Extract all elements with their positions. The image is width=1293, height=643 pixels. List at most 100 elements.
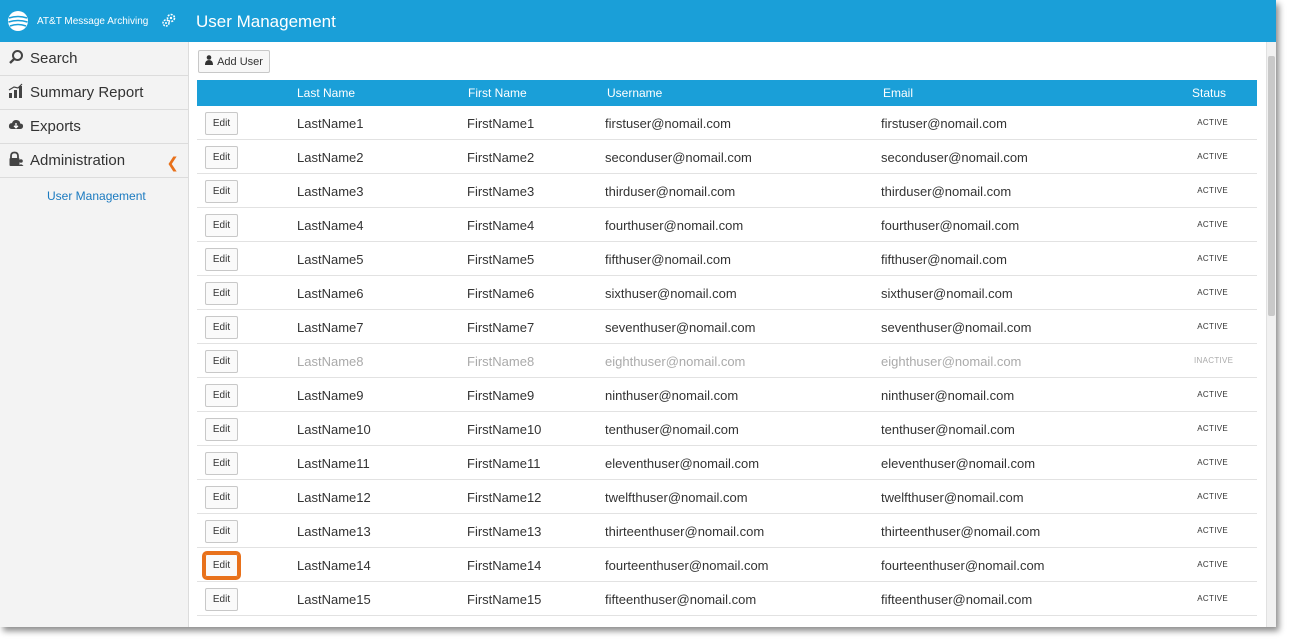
chevron-left-icon[interactable]: ❮ (166, 154, 179, 172)
edit-button[interactable]: Edit (205, 350, 238, 373)
cell-email: seconduser@nomail.com (881, 150, 1028, 165)
edit-button[interactable]: Edit (205, 384, 238, 407)
cell-last-name: LastName5 (297, 252, 364, 267)
column-header-status[interactable]: Status (1192, 86, 1226, 100)
status-badge: ACTIVE (1197, 152, 1228, 161)
cell-username: seconduser@nomail.com (605, 150, 752, 165)
sidebar-item-administration[interactable]: Administration ❮ (0, 144, 188, 178)
edit-button[interactable]: Edit (205, 316, 238, 339)
edit-button[interactable]: Edit (205, 112, 238, 135)
table-row[interactable]: Edit LastName9 FirstName9 ninthuser@nomail.… (197, 378, 1257, 412)
edit-button[interactable]: Edit (205, 180, 238, 203)
edit-button[interactable]: Edit (205, 418, 238, 441)
table-row[interactable]: Edit LastName8 FirstName8 eighthuser@nomail… (197, 344, 1257, 378)
cell-email: fifteenthuser@nomail.com (881, 592, 1033, 607)
table-row[interactable]: Edit LastName5 FirstName5 fifthuser@nomail.… (197, 242, 1257, 276)
search-icon (8, 49, 30, 69)
status-badge: ACTIVE (1197, 220, 1228, 229)
brand[interactable]: AT&T Message Archiving (7, 10, 148, 32)
table-row[interactable]: Edit LastName13 FirstName13 thirteenthuser@… (197, 514, 1257, 548)
cell-last-name: LastName6 (297, 286, 364, 301)
table-row[interactable]: Edit LastName12 FirstName12 twelfthuser@nom… (197, 480, 1257, 514)
status-badge: ACTIVE (1197, 186, 1228, 195)
cell-last-name: LastName8 (297, 354, 364, 369)
cell-username: sixthuser@nomail.com (605, 286, 737, 301)
sidebar-item-search[interactable]: Search (0, 42, 188, 76)
table-row[interactable]: Edit LastName1 FirstName1 firstuser@nomail.… (197, 106, 1257, 140)
user-icon (205, 55, 217, 68)
cell-email: tenthuser@nomail.com (881, 422, 1015, 437)
cell-first-name: FirstName4 (467, 218, 535, 233)
users-table: Last Name First Name Username Email Stat… (197, 80, 1257, 616)
column-header-first-name[interactable]: First Name (468, 86, 527, 100)
table-row[interactable]: Edit LastName10 FirstName10 tenthuser@nomai… (197, 412, 1257, 446)
cell-email: eighthuser@nomail.com (881, 354, 1022, 369)
cell-email: fourteenthuser@nomail.com (881, 558, 1045, 573)
status-badge: INACTIVE (1194, 356, 1234, 365)
cell-last-name: LastName2 (297, 150, 364, 165)
page-title: User Management (196, 12, 336, 31)
cell-username: fifteenthuser@nomail.com (605, 592, 757, 607)
cell-username: tenthuser@nomail.com (605, 422, 739, 437)
sidebar-item-summary-report[interactable]: Summary Report (0, 76, 188, 110)
add-user-button[interactable]: Add User (198, 50, 270, 73)
edit-button[interactable]: Edit (205, 520, 238, 543)
edit-button[interactable]: Edit (205, 214, 238, 237)
cell-first-name: FirstName6 (467, 286, 535, 301)
cell-first-name: FirstName9 (467, 388, 535, 403)
cell-first-name: FirstName15 (467, 592, 542, 607)
status-badge: ACTIVE (1197, 288, 1228, 297)
status-badge: ACTIVE (1197, 118, 1228, 127)
column-header-username[interactable]: Username (607, 86, 662, 100)
cell-first-name: FirstName3 (467, 184, 535, 199)
edit-button[interactable]: Edit (205, 486, 238, 509)
table-row[interactable]: Edit LastName2 FirstName2 seconduser@nomail… (197, 140, 1257, 174)
status-badge: ACTIVE (1197, 254, 1228, 263)
edit-button[interactable]: Edit (202, 551, 241, 580)
cell-last-name: LastName1 (297, 116, 364, 131)
status-badge: ACTIVE (1197, 492, 1228, 501)
cell-last-name: LastName13 (297, 524, 371, 539)
column-header-last-name[interactable]: Last Name (297, 86, 355, 100)
cell-username: twelfthuser@nomail.com (605, 490, 748, 505)
table-row[interactable]: Edit LastName14 FirstName14 fourteenthuser@… (197, 548, 1257, 582)
status-badge: ACTIVE (1197, 594, 1228, 603)
cell-first-name: FirstName14 (467, 558, 542, 573)
table-row[interactable]: Edit LastName6 FirstName6 sixthuser@nomail.… (197, 276, 1257, 310)
brand-name: AT&T Message Archiving (37, 15, 149, 27)
cell-username: ninthuser@nomail.com (605, 388, 739, 403)
cell-last-name: LastName3 (297, 184, 364, 199)
cell-first-name: FirstName7 (467, 320, 535, 335)
table-row[interactable]: Edit LastName11 FirstName11 eleventhuser@no… (197, 446, 1257, 480)
status-badge: ACTIVE (1197, 458, 1228, 467)
cell-last-name: LastName10 (297, 422, 371, 437)
cell-last-name: LastName7 (297, 320, 364, 335)
cell-first-name: FirstName12 (467, 490, 542, 505)
cell-last-name: LastName9 (297, 388, 364, 403)
cell-username: seventhuser@nomail.com (605, 320, 756, 335)
cell-username: thirduser@nomail.com (605, 184, 736, 199)
sidebar-item-exports[interactable]: Exports (0, 110, 188, 144)
vertical-scrollbar[interactable] (1266, 42, 1276, 627)
table-row[interactable]: Edit LastName15 FirstName15 fifteenthuser@n… (197, 582, 1257, 616)
edit-button[interactable]: Edit (205, 248, 238, 271)
sidebar-item-label: Summary Report (30, 84, 144, 101)
table-row[interactable]: Edit LastName3 FirstName3 thirduser@nomail.… (197, 174, 1257, 208)
table-row[interactable]: Edit LastName7 FirstName7 seventhuser@nomai… (197, 310, 1257, 344)
cell-last-name: LastName4 (297, 218, 364, 233)
edit-button[interactable]: Edit (205, 588, 238, 611)
cell-username: thirteenthuser@nomail.com (605, 524, 765, 539)
cell-first-name: FirstName2 (467, 150, 535, 165)
cell-email: fifthuser@nomail.com (881, 252, 1007, 267)
globe-logo-icon (7, 10, 29, 32)
edit-button[interactable]: Edit (205, 146, 238, 169)
edit-button[interactable]: Edit (205, 452, 238, 475)
table-row[interactable]: Edit LastName4 FirstName4 fourthuser@nomail… (197, 208, 1257, 242)
column-header-email[interactable]: Email (883, 86, 913, 100)
edit-button[interactable]: Edit (205, 282, 238, 305)
sidebar-item-label: Exports (30, 118, 81, 135)
scrollbar-thumb[interactable] (1268, 56, 1275, 316)
cell-last-name: LastName15 (297, 592, 371, 607)
settings-gears-icon[interactable] (161, 12, 177, 33)
sidebar-subitem-user-management[interactable]: User Management (0, 178, 188, 203)
